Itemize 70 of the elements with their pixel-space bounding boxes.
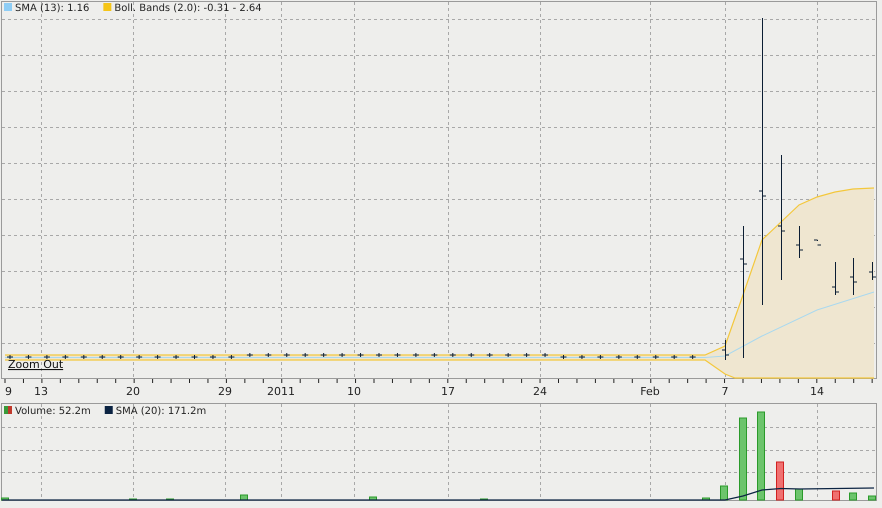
axis-label: 10	[347, 385, 361, 398]
price-bar	[209, 354, 216, 360]
volume-bar	[849, 492, 857, 500]
price-bar	[376, 352, 382, 358]
price-bar	[338, 352, 346, 358]
price-bar	[264, 352, 272, 358]
volume-bar	[240, 494, 248, 500]
price-bar	[62, 354, 69, 360]
price-bar	[154, 354, 162, 360]
legend-label: Volume: 52.2m	[15, 406, 91, 417]
price-bar	[80, 354, 88, 360]
price-bar	[228, 354, 235, 360]
price-bar	[814, 240, 822, 246]
axis-label: 29	[218, 385, 232, 398]
volume-bar	[832, 490, 840, 500]
price-bar	[320, 352, 328, 358]
price-bar	[43, 354, 50, 360]
price-bar	[191, 354, 198, 360]
price-bar	[412, 352, 420, 358]
price-bar	[560, 354, 567, 360]
price-bar	[796, 226, 804, 258]
price-bar	[117, 354, 124, 360]
price-bar	[283, 352, 290, 358]
axis-label: 20	[126, 385, 140, 398]
price-bar	[6, 354, 14, 360]
axis-label: 13	[34, 385, 48, 398]
axis-label: 24	[533, 385, 547, 398]
price-bar	[832, 262, 840, 296]
price-bar	[246, 352, 254, 358]
price-bar	[357, 352, 364, 358]
price-bar	[542, 352, 549, 358]
price-bar	[98, 354, 106, 360]
price-bar	[302, 352, 309, 358]
axis-label: Feb	[640, 385, 660, 398]
price-bar	[868, 262, 876, 280]
axis-label: 9	[5, 385, 12, 398]
price-bar	[689, 354, 696, 360]
volume-bar	[795, 488, 803, 500]
price-bar	[172, 354, 180, 360]
price-bar	[850, 258, 858, 296]
legend-label: SMA (20): 171.2m	[116, 406, 206, 417]
axis-label: 17	[441, 385, 455, 398]
price-bar	[670, 354, 678, 360]
zoom-out-link[interactable]: Zoom Out	[8, 358, 64, 371]
price-bar	[486, 352, 494, 358]
price-bar	[468, 352, 475, 358]
price-bar	[634, 354, 641, 360]
volume-bar	[720, 486, 728, 500]
volume-bar	[1, 498, 9, 500]
axis-label: 2011	[267, 385, 295, 398]
legend-label: Boll. Bands (2.0): -0.31 - 2.64	[114, 3, 262, 14]
volume-bar	[702, 498, 710, 500]
volume-bar	[868, 496, 876, 500]
price-bar	[136, 354, 143, 360]
price-bar	[394, 352, 401, 358]
price-bar	[430, 352, 438, 358]
volume-bar	[776, 462, 784, 500]
axis-label: 14	[810, 385, 824, 398]
price-bar	[523, 352, 530, 358]
volume-bar	[369, 496, 377, 500]
price-bar	[615, 354, 622, 360]
axis-label: 7	[722, 385, 728, 398]
price-bar	[578, 354, 586, 360]
legend-label: SMA (13): 1.16	[15, 3, 90, 14]
price-bar	[504, 352, 512, 358]
price-bar	[596, 354, 604, 360]
price-bar	[449, 352, 456, 358]
price-bar	[24, 354, 32, 360]
price-bar	[652, 354, 660, 360]
price-bar	[722, 340, 730, 360]
